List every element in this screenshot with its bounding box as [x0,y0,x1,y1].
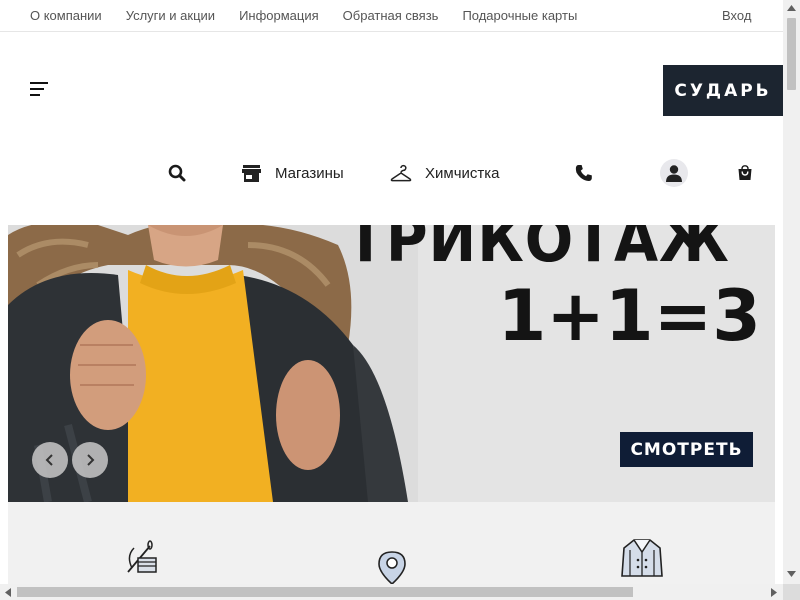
topnav-item-about[interactable]: О компании [30,8,102,24]
top-bar: О компании Услуги и акции Информация Обр… [0,0,783,32]
horizontal-scroll-thumb[interactable] [17,587,633,597]
profile-button[interactable] [660,158,688,188]
dry-cleaning-label: Химчистка [425,164,500,182]
hero-banner[interactable]: ТРИКОТАЖ 1+1=3 СМОТРЕТЬ [8,225,775,502]
topnav-item-feedback[interactable]: Обратная связь [343,8,439,24]
hero-promo: 1+1=3 [497,275,761,357]
search-icon [168,164,186,182]
hamburger-menu-icon[interactable] [30,82,48,98]
slider-prev-button[interactable] [32,442,68,478]
top-nav: О компании Услуги и акции Информация Обр… [30,8,601,24]
horizontal-scrollbar[interactable] [0,584,783,600]
scroll-left-icon[interactable] [5,588,11,597]
icon-bar: Магазины Химчистка [0,158,783,188]
phone-icon [575,165,592,181]
phone-button[interactable] [575,158,593,188]
scroll-up-icon[interactable] [787,5,796,11]
vertical-scrollbar[interactable] [783,0,800,584]
cart-button[interactable] [737,158,753,188]
stores-label: Магазины [275,164,344,182]
hanger-icon [390,164,412,182]
search-button[interactable] [168,158,186,188]
topnav-item-services[interactable]: Услуги и акции [126,8,215,24]
map-pin-icon [378,551,406,584]
view-button[interactable]: СМОТРЕТЬ [620,432,753,467]
shopping-bag-icon [738,165,752,180]
stores-link[interactable]: Магазины [242,158,344,188]
chevron-left-icon [45,454,53,466]
logo[interactable]: СУДАРЬ [663,65,783,116]
scroll-right-icon[interactable] [771,588,777,597]
coat-icon [621,539,663,577]
scrollbar-corner [783,584,800,600]
slider-next-button[interactable] [72,442,108,478]
scroll-down-icon[interactable] [787,571,796,577]
sewing-needle-icon [127,540,157,573]
features-section [8,502,775,584]
user-avatar-icon [660,159,688,187]
topnav-item-info[interactable]: Информация [239,8,319,24]
vertical-scroll-thumb[interactable] [787,18,796,90]
dry-cleaning-link[interactable]: Химчистка [390,158,500,188]
topnav-item-gift-cards[interactable]: Подарочные карты [462,8,577,24]
store-icon [242,164,261,182]
hero-title: ТРИКОТАЖ [346,225,730,276]
chevron-right-icon [87,454,95,466]
login-link[interactable]: Вход [722,8,751,23]
